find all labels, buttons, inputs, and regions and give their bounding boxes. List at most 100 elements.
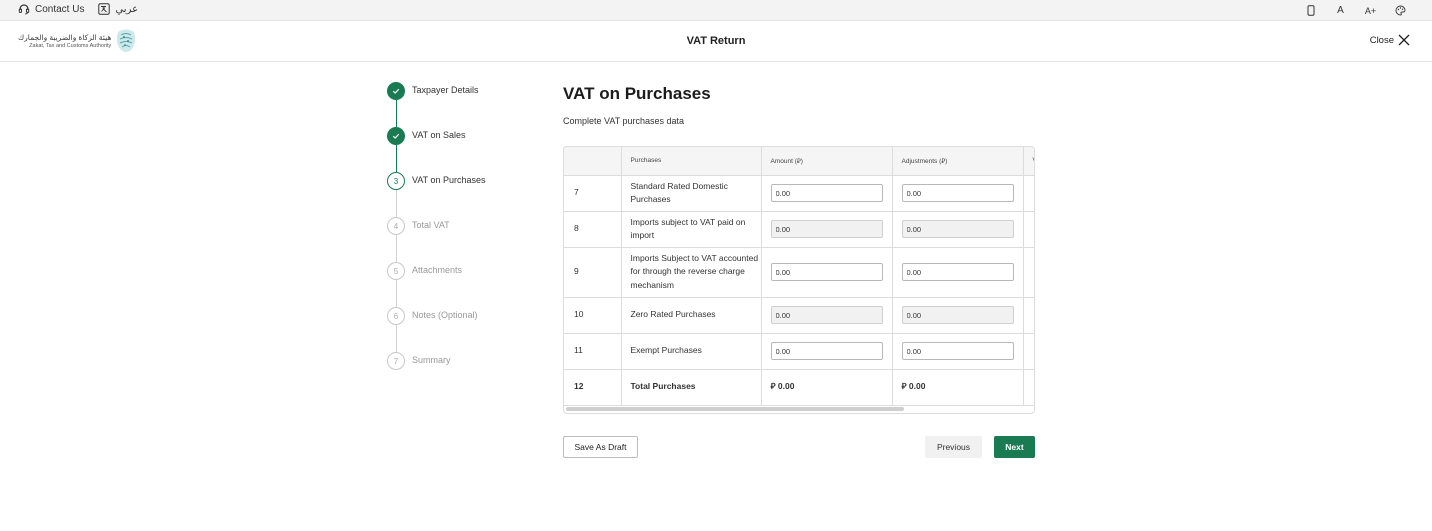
- step-number: 3: [387, 172, 405, 190]
- vat-cell: [1023, 369, 1034, 406]
- row-description: Imports subject to VAT paid on import: [621, 211, 762, 248]
- row-number: 7: [564, 175, 622, 212]
- step-label: VAT on Sales: [412, 130, 466, 140]
- row-description: Standard Rated Domestic Purchases: [621, 175, 762, 212]
- step-connector: [396, 190, 397, 217]
- adjustment-cell: [892, 333, 1024, 370]
- column-header-amount: Amount (⃁): [761, 147, 893, 176]
- table-total-row: 12 Total Purchases ⃁ 0.00 ⃁ 0.00: [564, 369, 1034, 406]
- adjustment-input: [901, 220, 1014, 238]
- step-label: Summary: [412, 355, 451, 365]
- purchases-table-container: Purchases Amount (⃁) Adjustments (⃁) V 7…: [563, 146, 1035, 414]
- amount-cell: [761, 297, 893, 334]
- row-number: 12: [564, 369, 622, 406]
- next-button[interactable]: Next: [994, 436, 1035, 458]
- adjustment-cell: [892, 247, 1024, 298]
- language-label: عربي: [115, 3, 139, 15]
- adjustment-input[interactable]: [901, 263, 1014, 281]
- palette-icon[interactable]: [1393, 3, 1408, 18]
- step-total-vat[interactable]: 4 Total VAT: [387, 217, 537, 237]
- headset-icon: [18, 4, 30, 15]
- step-notes[interactable]: 6 Notes (Optional): [387, 307, 537, 327]
- vat-cell: [1023, 333, 1034, 370]
- amount-cell: [761, 247, 893, 298]
- check-icon: [387, 127, 405, 145]
- adjustment-input: [901, 306, 1014, 324]
- adjustment-input[interactable]: [901, 342, 1014, 360]
- column-header-adjustments: Adjustments (⃁): [892, 147, 1024, 176]
- purchases-table: Purchases Amount (⃁) Adjustments (⃁) V 7…: [564, 147, 1034, 406]
- step-label: Taxpayer Details: [412, 85, 479, 95]
- app-header: هيئة الزكاة والضريبة والجمارك Zakat, Tax…: [0, 22, 1432, 62]
- step-vat-on-purchases[interactable]: 3 VAT on Purchases: [387, 172, 537, 192]
- column-header-purchases: Purchases: [621, 147, 762, 176]
- amount-cell: [761, 333, 893, 370]
- page-subtitle: Complete VAT purchases data: [563, 116, 685, 126]
- contact-us-link[interactable]: Contact Us: [18, 3, 84, 15]
- row-description: Imports Subject to VAT accounted for thr…: [621, 247, 762, 298]
- step-connector: [396, 325, 397, 352]
- language-switch[interactable]: عربي: [98, 3, 138, 15]
- table-row: 8 Imports subject to VAT paid on import: [564, 211, 1034, 248]
- step-number: 5: [387, 262, 405, 280]
- vat-cell: [1023, 247, 1034, 298]
- close-button[interactable]: Close: [1370, 34, 1410, 46]
- row-description: Exempt Purchases: [621, 333, 762, 370]
- table-row: 10 Zero Rated Purchases: [564, 297, 1034, 334]
- step-label: Attachments: [412, 265, 463, 275]
- amount-cell: [761, 211, 893, 248]
- amount-input: [770, 306, 883, 324]
- step-number: 6: [387, 307, 405, 325]
- step-number: 4: [387, 217, 405, 235]
- step-connector: [396, 235, 397, 262]
- step-connector: [396, 280, 397, 307]
- font-increase-icon[interactable]: A+: [1363, 3, 1378, 18]
- step-attachments[interactable]: 5 Attachments: [387, 262, 537, 282]
- save-as-draft-button[interactable]: Save As Draft: [563, 436, 638, 458]
- step-vat-on-sales[interactable]: VAT on Sales: [387, 127, 537, 147]
- vat-cell: [1023, 297, 1034, 334]
- row-description: Zero Rated Purchases: [621, 297, 762, 334]
- step-summary[interactable]: 7 Summary: [387, 352, 537, 372]
- row-number: 10: [564, 297, 622, 334]
- vat-cell: [1023, 175, 1034, 212]
- content-header: VAT on Purchases Complete VAT purchases …: [563, 84, 711, 126]
- adjustment-cell: [892, 211, 1024, 248]
- amount-input[interactable]: [770, 342, 883, 360]
- table-row: 7 Standard Rated Domestic Purchases: [564, 175, 1034, 212]
- row-description: Total Purchases: [621, 369, 762, 406]
- step-label: VAT on Purchases: [412, 175, 486, 185]
- font-decrease-icon[interactable]: A: [1333, 3, 1348, 18]
- table-row: 9 Imports Subject to VAT accounted for t…: [564, 247, 1034, 298]
- amount-input: [770, 220, 883, 238]
- total-amount: ⃁ 0.00: [761, 369, 893, 406]
- vat-cell: [1023, 211, 1034, 248]
- device-icon[interactable]: [1303, 3, 1318, 18]
- adjustment-input[interactable]: [901, 184, 1014, 202]
- table-row: 11 Exempt Purchases: [564, 333, 1034, 370]
- amount-input[interactable]: [770, 263, 883, 281]
- page-header-title: VAT Return: [686, 35, 746, 47]
- utility-bar: Contact Us عربي A A+: [0, 0, 1432, 21]
- column-header-vat: V: [1023, 147, 1034, 176]
- step-label: Total VAT: [412, 220, 450, 230]
- step-taxpayer-details[interactable]: Taxpayer Details: [387, 82, 537, 102]
- check-icon: [387, 82, 405, 100]
- row-number: 11: [564, 333, 622, 370]
- previous-button[interactable]: Previous: [925, 436, 982, 458]
- horizontal-scrollbar[interactable]: [566, 407, 904, 411]
- step-label: Notes (Optional): [412, 310, 478, 320]
- adjustment-cell: [892, 175, 1024, 212]
- amount-input[interactable]: [770, 184, 883, 202]
- contact-us-label: Contact Us: [35, 3, 85, 15]
- table-header-row: Purchases Amount (⃁) Adjustments (⃁) V: [564, 147, 1034, 176]
- page-title: VAT on Purchases: [563, 84, 711, 103]
- column-header-index: [564, 147, 622, 176]
- close-label: Close: [1369, 34, 1394, 46]
- total-adjustment: ⃁ 0.00: [892, 369, 1024, 406]
- row-number: 9: [564, 247, 622, 298]
- translate-icon: [98, 3, 111, 15]
- adjustment-cell: [892, 297, 1024, 334]
- row-number: 8: [564, 211, 622, 248]
- step-connector: [395, 145, 397, 172]
